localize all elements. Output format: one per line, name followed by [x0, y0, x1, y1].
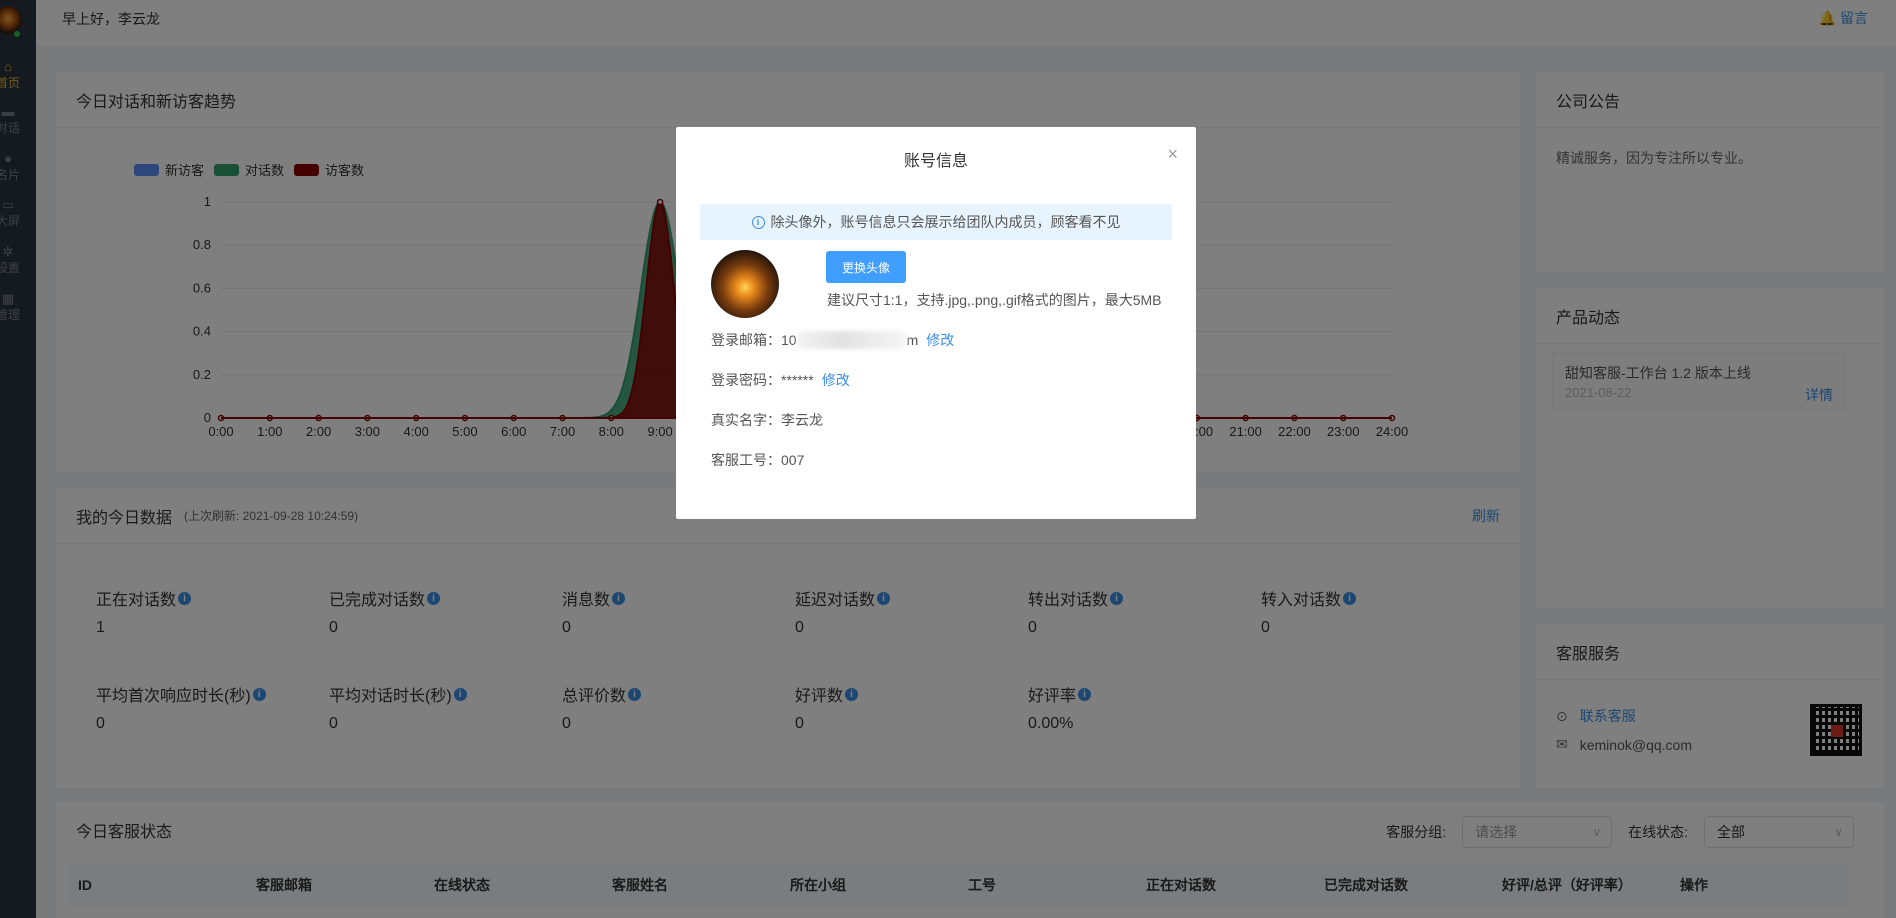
staffno-label: 客服工号：	[711, 452, 781, 468]
password-row: 登录密码： ****** 修改	[711, 370, 850, 390]
email-blurred	[796, 331, 907, 349]
modal-title: 账号信息	[903, 153, 968, 170]
password-value: ******	[781, 372, 814, 388]
realname-label: 真实名字：	[711, 412, 781, 428]
edit-email-link[interactable]: 修改	[926, 330, 954, 350]
change-avatar-button[interactable]: 更换头像	[826, 251, 906, 283]
staffno-row: 客服工号： 007	[711, 450, 804, 470]
email-prefix: 10	[781, 332, 797, 348]
info-icon: i	[751, 215, 765, 229]
password-label: 登录密码：	[711, 372, 781, 388]
email-row: 登录邮箱： 10 m 修改	[711, 330, 954, 350]
account-info-modal: 账号信息 × i 除头像外，账号信息只会展示给团队内成员，顾客看不见 更换头像 …	[676, 127, 1196, 519]
email-label: 登录邮箱：	[711, 332, 781, 348]
avatar	[711, 250, 779, 318]
close-icon[interactable]: ×	[1167, 145, 1178, 163]
avatar-hint: 建议尺寸1:1，支持.jpg,.png,.gif格式的图片，最大5MB	[827, 292, 1162, 308]
staffno-value: 007	[781, 452, 805, 468]
realname-value: 李云龙	[781, 412, 823, 428]
edit-password-link[interactable]: 修改	[822, 370, 850, 390]
realname-row: 真实名字： 李云龙	[711, 410, 823, 430]
info-alert: i 除头像外，账号信息只会展示给团队内成员，顾客看不见	[700, 204, 1172, 240]
email-suffix: m	[906, 332, 919, 348]
